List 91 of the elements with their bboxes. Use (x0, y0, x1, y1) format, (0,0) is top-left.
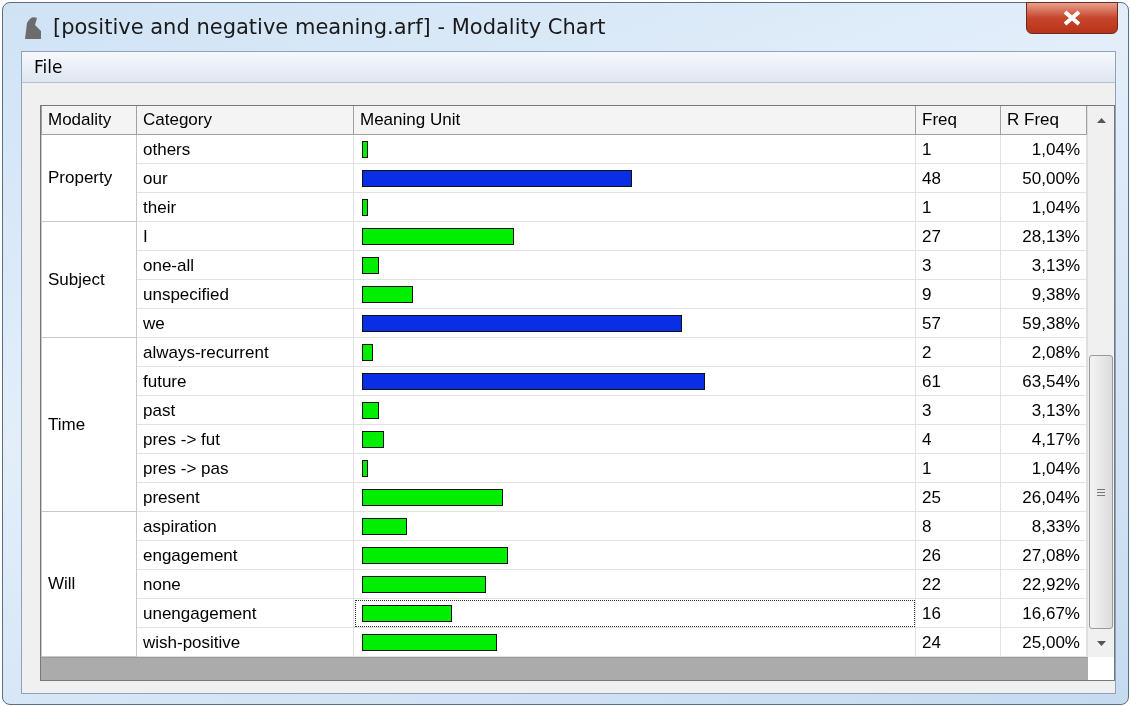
table-cell: 57 (915, 308, 1001, 338)
scroll-thumb[interactable] (1089, 355, 1113, 629)
horizontal-scrollbar[interactable] (41, 657, 1088, 680)
menu-item[interactable]: File (22, 57, 75, 77)
table-cell: 50,00% (1000, 163, 1087, 193)
bar-cell[interactable] (353, 482, 916, 512)
table-cell: others (136, 134, 354, 164)
table-cell: present (136, 482, 354, 512)
table-cell: 26,04% (1000, 482, 1087, 512)
table-cell: pres -> fut (136, 424, 354, 454)
table-cell: engagement (136, 540, 354, 570)
table-cell: Will (41, 511, 137, 657)
table-cell: wish-positive (136, 627, 354, 657)
bar-cell[interactable] (353, 337, 916, 367)
bar-cell[interactable] (353, 308, 916, 338)
column-header[interactable]: Freq (915, 106, 1001, 135)
table-cell: 8 (915, 511, 1001, 541)
table-cell: one-all (136, 250, 354, 280)
table-cell: 22 (915, 569, 1001, 599)
table-cell: 25,00% (1000, 627, 1087, 657)
table-cell: 25 (915, 482, 1001, 512)
table-cell: past (136, 395, 354, 425)
table-cell: 2,08% (1000, 337, 1087, 367)
up-arrow-icon[interactable] (1096, 117, 1106, 123)
bar-cell[interactable] (353, 250, 916, 280)
table-cell: 1 (915, 453, 1001, 483)
table-cell: I (136, 221, 354, 251)
table-cell: their (136, 192, 354, 222)
table-cell: 16,67% (1000, 598, 1087, 628)
column-header[interactable]: Category (136, 106, 354, 135)
table-cell: 61 (915, 366, 1001, 396)
column-header[interactable]: R Freq (1000, 106, 1087, 135)
bar-cell[interactable] (353, 395, 916, 425)
table-cell: Property (41, 134, 137, 222)
table-cell: 1 (915, 134, 1001, 164)
bar-cell[interactable] (353, 366, 916, 396)
close-button[interactable] (1026, 2, 1118, 34)
table-cell: 1 (915, 192, 1001, 222)
close-icon (1063, 10, 1081, 26)
table-cell: 3 (915, 250, 1001, 280)
table-cell: 59,38% (1000, 308, 1087, 338)
table-cell: 63,54% (1000, 366, 1087, 396)
table-cell: future (136, 366, 354, 396)
table-cell: 1,04% (1000, 134, 1087, 164)
bar-cell[interactable] (353, 424, 916, 454)
table-cell: none (136, 569, 354, 599)
table-cell: 9,38% (1000, 279, 1087, 309)
grip-icon (1097, 488, 1105, 496)
table-cell: 4 (915, 424, 1001, 454)
bar-cell[interactable] (353, 540, 916, 570)
bar-cell[interactable] (353, 627, 916, 657)
table-cell: 24 (915, 627, 1001, 657)
table-cell: our (136, 163, 354, 193)
table-cell: 48 (915, 163, 1001, 193)
table-cell: 28,13% (1000, 221, 1087, 251)
table-cell: we (136, 308, 354, 338)
table-cell: 16 (915, 598, 1001, 628)
table-cell: 8,33% (1000, 511, 1087, 541)
table-cell: 3 (915, 395, 1001, 425)
table-cell: 1,04% (1000, 192, 1087, 222)
bar-cell[interactable] (353, 134, 916, 164)
table-cell: 26 (915, 540, 1001, 570)
table-cell: pres -> pas (136, 453, 354, 483)
table-cell: 27,08% (1000, 540, 1087, 570)
bar-cell[interactable] (353, 511, 916, 541)
table-cell: Time (41, 337, 137, 512)
table-cell: always-recurrent (136, 337, 354, 367)
table-cell: 1,04% (1000, 453, 1087, 483)
table-cell: 3,13% (1000, 395, 1087, 425)
table-cell: Subject (41, 221, 137, 338)
table-cell: aspiration (136, 511, 354, 541)
table-cell: 9 (915, 279, 1001, 309)
bar-cell[interactable] (353, 221, 916, 251)
table-cell: 22,92% (1000, 569, 1087, 599)
table-cell: unengagement (136, 598, 354, 628)
bar-cell[interactable] (353, 192, 916, 222)
vertical-scrollbar[interactable] (1087, 106, 1114, 657)
table-cell: 27 (915, 221, 1001, 251)
window-title: [positive and negative meaning.arf] - Modality Chart (53, 15, 606, 39)
table-cell: 4,17% (1000, 424, 1087, 454)
bar-cell[interactable] (353, 279, 916, 309)
column-header[interactable]: Modality (41, 106, 137, 135)
bar-cell[interactable] (353, 163, 916, 193)
bar-cell[interactable] (353, 569, 916, 599)
bar-cell[interactable] (353, 598, 916, 628)
table-cell: unspecified (136, 279, 354, 309)
down-arrow-icon[interactable] (1096, 640, 1106, 646)
table-cell: 3,13% (1000, 250, 1087, 280)
table-cell: 2 (915, 337, 1001, 367)
bar-cell[interactable] (353, 453, 916, 483)
column-header[interactable]: Meaning Unit (353, 106, 916, 135)
